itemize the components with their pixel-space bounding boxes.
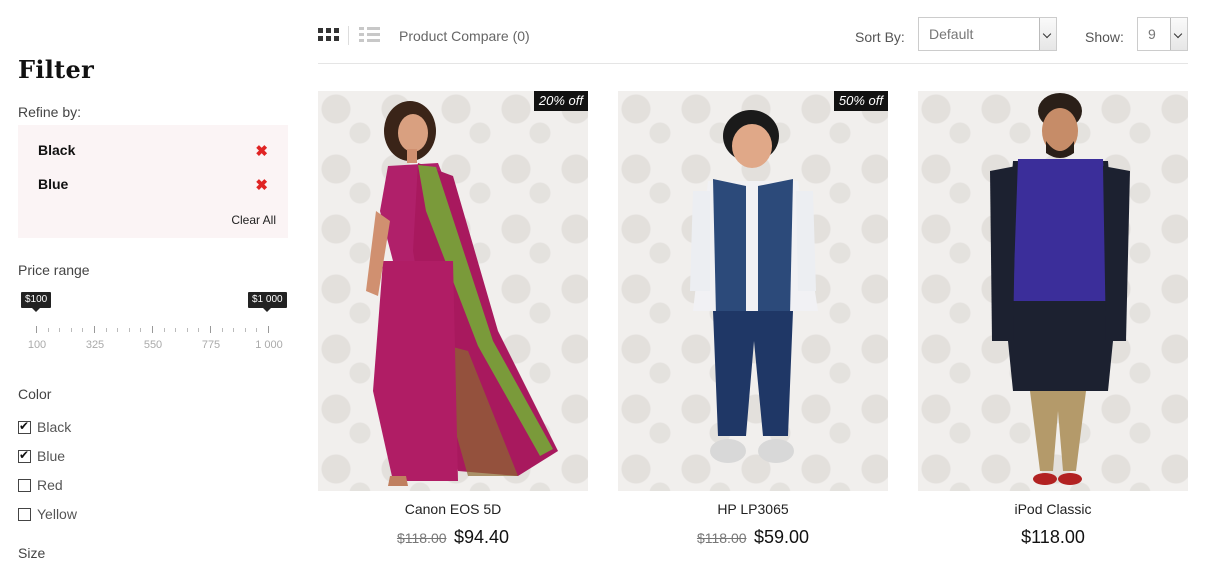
product-price: $118.00 $59.00 <box>618 527 888 549</box>
slider-tick <box>244 328 246 332</box>
active-filter-black: Black ✖ <box>38 142 268 162</box>
slider-tick <box>36 326 37 333</box>
color-filter-label: Color <box>18 386 52 402</box>
slider-tick <box>186 328 188 332</box>
product-card: 20% off Canon EOS 5D $118.00 $94.40 <box>318 91 588 549</box>
slider-tick <box>105 328 107 332</box>
product-price: $118.00 $94.40 <box>318 527 588 549</box>
slider-tick <box>82 328 84 332</box>
checkbox[interactable] <box>18 419 31 434</box>
slider-tick <box>152 326 153 333</box>
product-image[interactable]: 50% off <box>618 91 888 491</box>
old-price: $118.00 <box>696 530 747 546</box>
product-image[interactable] <box>918 91 1188 491</box>
slider-scale <box>36 326 269 334</box>
chevron-down-icon[interactable] <box>1170 18 1187 50</box>
product-compare-link[interactable]: Product Compare (0) <box>399 28 530 44</box>
refine-by-label: Refine by: <box>18 104 82 120</box>
show-select[interactable]: 9 <box>1137 17 1188 51</box>
price-max-handle[interactable]: $1 000 <box>248 292 287 312</box>
product-name-link[interactable]: HP LP3065 <box>618 501 888 517</box>
chevron-down-icon[interactable] <box>1039 18 1056 50</box>
discount-badge: 50% off <box>833 91 888 111</box>
remove-filter-icon[interactable]: ✖ <box>255 176 268 194</box>
slider-tick <box>59 328 61 332</box>
active-filter-label: Black <box>38 142 76 158</box>
slider-tick <box>47 328 49 332</box>
current-price: $94.40 <box>453 527 510 547</box>
filter-title: Filter <box>18 55 95 84</box>
color-option-label: Red <box>37 477 63 493</box>
sort-selected-value: Default <box>929 26 974 42</box>
color-option-label: Blue <box>37 448 66 464</box>
current-price: $59.00 <box>753 527 810 547</box>
slider-tick <box>256 328 258 332</box>
tick-label: 550 <box>143 339 163 351</box>
kid-outfit-image <box>690 110 818 463</box>
slider-tick <box>268 326 269 333</box>
product-toolbar: Product Compare (0) Sort By: Default Sho… <box>318 14 1188 64</box>
slider-tick <box>198 328 200 332</box>
view-divider <box>348 26 349 45</box>
product-card: iPod Classic $118.00 <box>918 91 1188 549</box>
product-name-link[interactable]: iPod Classic <box>918 501 1188 517</box>
slider-tick <box>140 328 142 332</box>
product-card: 50% off HP LP3065 $118.00 $59.00 <box>618 91 888 549</box>
product-image[interactable]: 20% off <box>318 91 588 491</box>
show-label: Show: <box>1085 29 1124 45</box>
price-range-slider[interactable]: $100 $1 000 100 325 550 775 1 000 <box>18 292 293 362</box>
slider-tick <box>163 328 165 332</box>
grid-view-icon[interactable] <box>318 28 339 43</box>
slider-tick <box>233 328 235 332</box>
checkbox[interactable] <box>18 507 31 521</box>
price-min-handle[interactable]: $100 <box>21 292 52 312</box>
active-filters-box: Black ✖ Blue ✖ Clear All <box>18 125 288 238</box>
price-range-label: Price range <box>18 262 90 278</box>
kurta-model-image <box>990 93 1130 485</box>
slider-tick <box>221 328 223 332</box>
color-option-label: Black <box>37 419 72 435</box>
slider-tick <box>128 328 130 332</box>
saree-model-image <box>366 101 558 486</box>
tick-label: 775 <box>201 339 221 351</box>
active-filter-label: Blue <box>38 176 69 192</box>
checkbox[interactable] <box>18 448 31 463</box>
color-option-blue[interactable]: Blue <box>18 447 65 465</box>
list-view-icon[interactable] <box>359 27 380 43</box>
product-name-link[interactable]: Canon EOS 5D <box>318 501 588 517</box>
size-filter-label: Size <box>18 545 46 561</box>
clear-all-link[interactable]: Clear All <box>231 213 276 227</box>
slider-tick <box>70 328 72 332</box>
current-price: $118.00 <box>1021 527 1085 547</box>
active-filter-blue: Blue ✖ <box>38 176 268 196</box>
show-selected-value: 9 <box>1148 26 1156 42</box>
color-option-yellow[interactable]: Yellow <box>18 505 77 523</box>
old-price: $118.00 <box>396 530 447 546</box>
discount-badge: 20% off <box>533 91 588 111</box>
color-option-red[interactable]: Red <box>18 476 63 494</box>
slider-tick <box>94 326 95 333</box>
slider-tick <box>210 326 211 333</box>
color-option-label: Yellow <box>37 506 77 522</box>
sort-by-label: Sort By: <box>855 29 905 45</box>
tick-label: 1 000 <box>255 339 283 351</box>
color-option-black[interactable]: Black <box>18 418 71 436</box>
checkbox[interactable] <box>18 478 31 492</box>
sort-select[interactable]: Default <box>918 17 1057 51</box>
product-price: $118.00 <box>918 527 1188 549</box>
slider-tick <box>175 328 177 332</box>
slider-tick <box>117 328 119 332</box>
tick-label: 100 <box>27 339 47 351</box>
tick-label: 325 <box>85 339 105 351</box>
remove-filter-icon[interactable]: ✖ <box>255 142 268 160</box>
